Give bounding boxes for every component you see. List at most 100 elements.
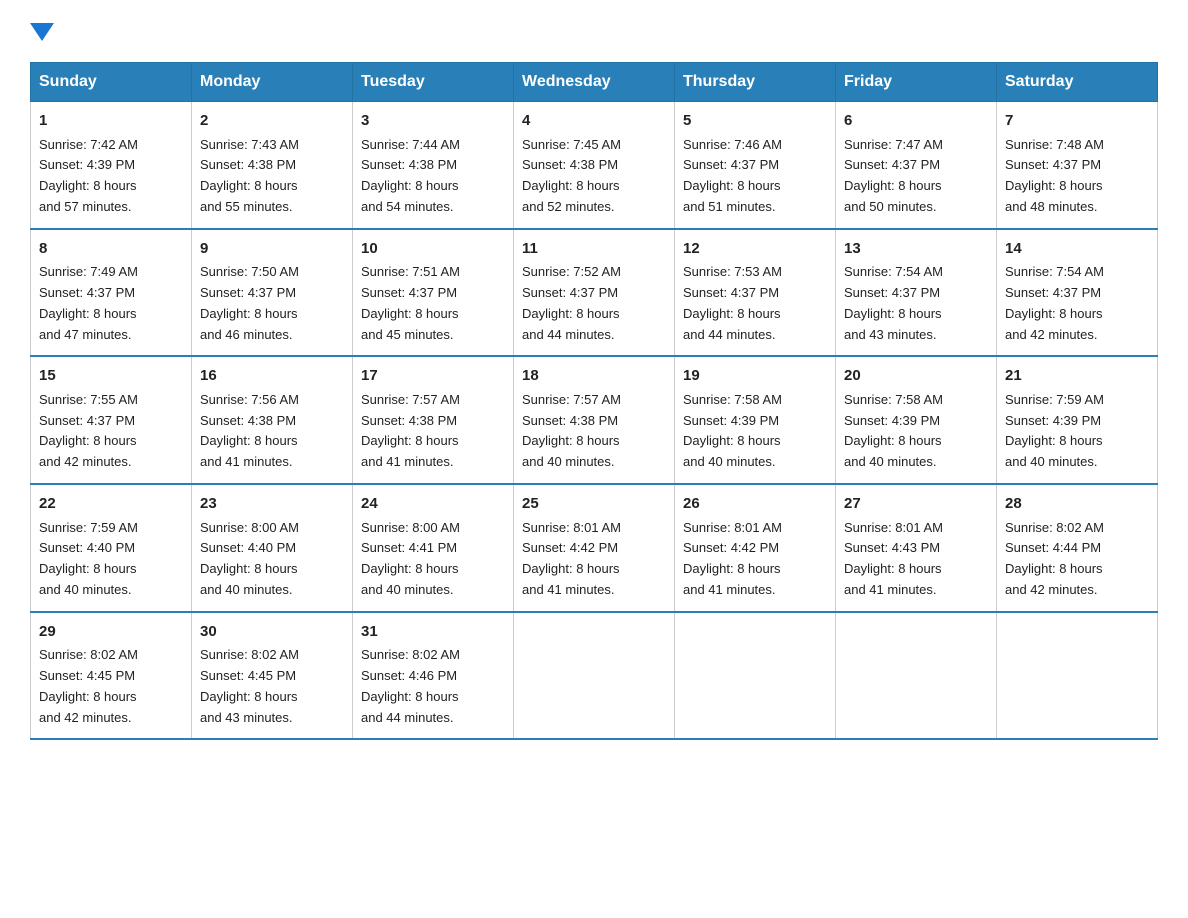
- day-number: 24: [361, 493, 505, 516]
- day-number: 22: [39, 493, 183, 516]
- day-cell: 23 Sunrise: 8:00 AMSunset: 4:40 PMDayligh…: [192, 484, 353, 612]
- day-cell: 9 Sunrise: 7:50 AMSunset: 4:37 PMDaylight…: [192, 229, 353, 357]
- calendar-table: SundayMondayTuesdayWednesdayThursdayFrid…: [30, 62, 1158, 740]
- day-cell: 17Sunrise: 7:57 AMSunset: 4:38 PMDayligh…: [353, 356, 514, 484]
- day-number: 28: [1005, 493, 1149, 516]
- day-info: Sunrise: 8:02 AMSunset: 4:46 PMDaylight:…: [361, 647, 460, 724]
- day-number: 25: [522, 493, 666, 516]
- day-info: Sunrise: 7:52 AMSunset: 4:37 PMDaylight:…: [522, 264, 621, 341]
- day-cell: [514, 612, 675, 740]
- day-number: 23: [200, 493, 344, 516]
- day-info: Sunrise: 8:00 AMSunset: 4:40 PMDaylight:…: [200, 520, 299, 597]
- day-cell: 31 Sunrise: 8:02 AMSunset: 4:46 PMDayligh…: [353, 612, 514, 740]
- day-cell: 8 Sunrise: 7:49 AMSunset: 4:37 PMDaylight…: [31, 229, 192, 357]
- day-info: Sunrise: 7:53 AMSunset: 4:37 PMDaylight:…: [683, 264, 782, 341]
- day-cell: 7 Sunrise: 7:48 AMSunset: 4:37 PMDaylight…: [997, 102, 1158, 229]
- day-header-friday: Friday: [836, 63, 997, 102]
- day-number: 10: [361, 238, 505, 261]
- week-row-1: 1Sunrise: 7:42 AMSunset: 4:39 PMDaylight…: [31, 102, 1158, 229]
- logo-arrow-icon: [30, 23, 54, 41]
- day-cell: 10 Sunrise: 7:51 AMSunset: 4:37 PMDayligh…: [353, 229, 514, 357]
- day-info: Sunrise: 7:58 AMSunset: 4:39 PMDaylight:…: [683, 392, 782, 469]
- day-info: Sunrise: 7:47 AMSunset: 4:37 PMDaylight:…: [844, 137, 943, 214]
- day-number: 26: [683, 493, 827, 516]
- day-number: 31: [361, 621, 505, 644]
- day-cell: [675, 612, 836, 740]
- day-number: 8: [39, 238, 183, 261]
- day-cell: 21Sunrise: 7:59 AMSunset: 4:39 PMDayligh…: [997, 356, 1158, 484]
- day-number: 7: [1005, 110, 1149, 133]
- day-info: Sunrise: 7:54 AMSunset: 4:37 PMDaylight:…: [844, 264, 943, 341]
- day-number: 18: [522, 365, 666, 388]
- day-info: Sunrise: 8:02 AMSunset: 4:44 PMDaylight:…: [1005, 520, 1104, 597]
- day-info: Sunrise: 7:48 AMSunset: 4:37 PMDaylight:…: [1005, 137, 1104, 214]
- day-cell: 5 Sunrise: 7:46 AMSunset: 4:37 PMDaylight…: [675, 102, 836, 229]
- day-number: 21: [1005, 365, 1149, 388]
- day-number: 19: [683, 365, 827, 388]
- week-row-2: 8 Sunrise: 7:49 AMSunset: 4:37 PMDaylight…: [31, 229, 1158, 357]
- day-info: Sunrise: 8:01 AMSunset: 4:42 PMDaylight:…: [522, 520, 621, 597]
- day-cell: 4Sunrise: 7:45 AMSunset: 4:38 PMDaylight…: [514, 102, 675, 229]
- day-number: 17: [361, 365, 505, 388]
- day-cell: 2Sunrise: 7:43 AMSunset: 4:38 PMDaylight…: [192, 102, 353, 229]
- day-cell: 13Sunrise: 7:54 AMSunset: 4:37 PMDayligh…: [836, 229, 997, 357]
- day-cell: 28 Sunrise: 8:02 AMSunset: 4:44 PMDayligh…: [997, 484, 1158, 612]
- day-cell: 29 Sunrise: 8:02 AMSunset: 4:45 PMDayligh…: [31, 612, 192, 740]
- week-row-4: 22 Sunrise: 7:59 AMSunset: 4:40 PMDayligh…: [31, 484, 1158, 612]
- day-cell: 24 Sunrise: 8:00 AMSunset: 4:41 PMDayligh…: [353, 484, 514, 612]
- day-info: Sunrise: 7:56 AMSunset: 4:38 PMDaylight:…: [200, 392, 299, 469]
- day-cell: 15Sunrise: 7:55 AMSunset: 4:37 PMDayligh…: [31, 356, 192, 484]
- calendar-body: 1Sunrise: 7:42 AMSunset: 4:39 PMDaylight…: [31, 102, 1158, 740]
- day-info: Sunrise: 8:02 AMSunset: 4:45 PMDaylight:…: [39, 647, 138, 724]
- day-number: 11: [522, 238, 666, 261]
- day-info: Sunrise: 7:49 AMSunset: 4:37 PMDaylight:…: [39, 264, 138, 341]
- day-cell: 19 Sunrise: 7:58 AMSunset: 4:39 PMDayligh…: [675, 356, 836, 484]
- day-info: Sunrise: 7:50 AMSunset: 4:37 PMDaylight:…: [200, 264, 299, 341]
- day-info: Sunrise: 7:54 AMSunset: 4:37 PMDaylight:…: [1005, 264, 1104, 341]
- day-info: Sunrise: 7:58 AMSunset: 4:39 PMDaylight:…: [844, 392, 943, 469]
- day-number: 16: [200, 365, 344, 388]
- day-number: 29: [39, 621, 183, 644]
- day-cell: 14 Sunrise: 7:54 AMSunset: 4:37 PMDayligh…: [997, 229, 1158, 357]
- day-info: Sunrise: 7:44 AMSunset: 4:38 PMDaylight:…: [361, 137, 460, 214]
- day-cell: 12 Sunrise: 7:53 AMSunset: 4:37 PMDayligh…: [675, 229, 836, 357]
- logo: [30, 20, 51, 44]
- day-number: 20: [844, 365, 988, 388]
- day-cell: [997, 612, 1158, 740]
- day-cell: 16 Sunrise: 7:56 AMSunset: 4:38 PMDayligh…: [192, 356, 353, 484]
- day-info: Sunrise: 7:45 AMSunset: 4:38 PMDaylight:…: [522, 137, 621, 214]
- calendar-header: SundayMondayTuesdayWednesdayThursdayFrid…: [31, 63, 1158, 102]
- day-header-sunday: Sunday: [31, 63, 192, 102]
- day-cell: 30 Sunrise: 8:02 AMSunset: 4:45 PMDayligh…: [192, 612, 353, 740]
- day-number: 14: [1005, 238, 1149, 261]
- day-info: Sunrise: 7:43 AMSunset: 4:38 PMDaylight:…: [200, 137, 299, 214]
- day-info: Sunrise: 8:01 AMSunset: 4:43 PMDaylight:…: [844, 520, 943, 597]
- day-header-monday: Monday: [192, 63, 353, 102]
- day-cell: 1Sunrise: 7:42 AMSunset: 4:39 PMDaylight…: [31, 102, 192, 229]
- week-row-3: 15Sunrise: 7:55 AMSunset: 4:37 PMDayligh…: [31, 356, 1158, 484]
- day-info: Sunrise: 7:46 AMSunset: 4:37 PMDaylight:…: [683, 137, 782, 214]
- day-cell: 18 Sunrise: 7:57 AMSunset: 4:38 PMDayligh…: [514, 356, 675, 484]
- day-number: 12: [683, 238, 827, 261]
- day-info: Sunrise: 7:59 AMSunset: 4:40 PMDaylight:…: [39, 520, 138, 597]
- day-header-thursday: Thursday: [675, 63, 836, 102]
- day-cell: [836, 612, 997, 740]
- day-cell: 22 Sunrise: 7:59 AMSunset: 4:40 PMDayligh…: [31, 484, 192, 612]
- day-header-wednesday: Wednesday: [514, 63, 675, 102]
- day-info: Sunrise: 8:01 AMSunset: 4:42 PMDaylight:…: [683, 520, 782, 597]
- page-header: [30, 20, 1158, 44]
- day-header-tuesday: Tuesday: [353, 63, 514, 102]
- week-row-5: 29 Sunrise: 8:02 AMSunset: 4:45 PMDayligh…: [31, 612, 1158, 740]
- day-number: 5: [683, 110, 827, 133]
- day-cell: 25 Sunrise: 8:01 AMSunset: 4:42 PMDayligh…: [514, 484, 675, 612]
- day-info: Sunrise: 8:00 AMSunset: 4:41 PMDaylight:…: [361, 520, 460, 597]
- day-cell: 3 Sunrise: 7:44 AMSunset: 4:38 PMDaylight…: [353, 102, 514, 229]
- day-number: 3: [361, 110, 505, 133]
- day-number: 30: [200, 621, 344, 644]
- day-info: Sunrise: 8:02 AMSunset: 4:45 PMDaylight:…: [200, 647, 299, 724]
- day-number: 9: [200, 238, 344, 261]
- day-info: Sunrise: 7:51 AMSunset: 4:37 PMDaylight:…: [361, 264, 460, 341]
- day-info: Sunrise: 7:57 AMSunset: 4:38 PMDaylight:…: [522, 392, 621, 469]
- day-header-saturday: Saturday: [997, 63, 1158, 102]
- day-number: 6: [844, 110, 988, 133]
